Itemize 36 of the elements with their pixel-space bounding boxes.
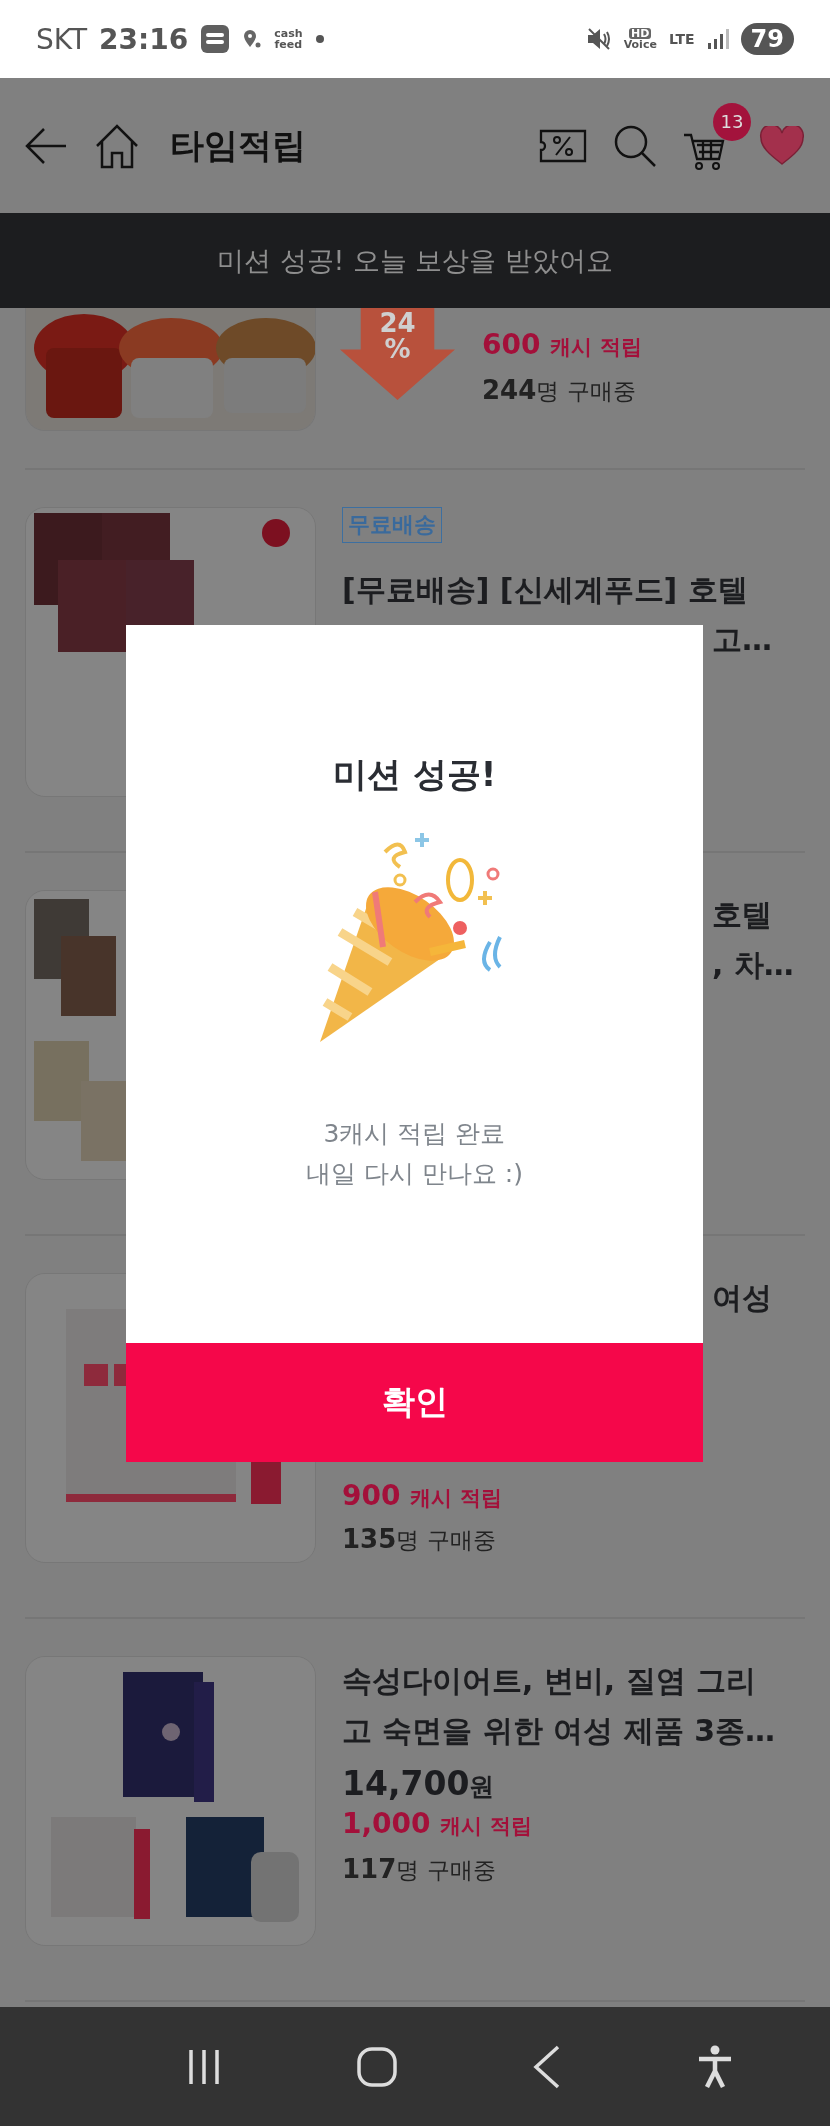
app-icon: [200, 24, 231, 54]
cashback: 600 캐시 적립: [482, 328, 642, 361]
home-icon[interactable]: [94, 122, 140, 169]
cashback: 1,000 캐시 적립: [342, 1807, 532, 1840]
discount-badge: 24 %: [340, 308, 455, 400]
mute-icon: [585, 26, 612, 52]
accessibility-icon[interactable]: [696, 2044, 733, 2089]
cashback: 900 캐시 적립: [342, 1479, 502, 1512]
confirm-button[interactable]: 확인: [126, 1343, 703, 1462]
location-icon: [242, 28, 263, 50]
signal-icon: [706, 28, 729, 50]
product-title[interactable]: [무료배송] [신세계푸드] 호텔: [342, 565, 748, 615]
page-title: 타임적립: [170, 123, 306, 167]
carrier: SKT: [36, 22, 88, 56]
dialog-message: 내일 다시 만나요 :): [306, 1158, 523, 1190]
hd-voice-indicator: HD Voice: [623, 28, 657, 50]
price: 14,700원: [342, 1764, 495, 1803]
buyer-count: 244명 구매중: [482, 375, 636, 407]
buyer-count: 117명 구매중: [342, 1854, 496, 1886]
battery-level: 79: [740, 23, 794, 55]
free-shipping-tag: 무료배송: [342, 507, 442, 543]
product-title[interactable]: 속성다이어트, 변비, 질염 그리: [342, 1656, 757, 1706]
product-title[interactable]: 고 숙면을 위한 여성 제품 3종…: [342, 1706, 776, 1756]
dialog-title: 미션 성공!: [332, 753, 497, 796]
heart-icon[interactable]: [759, 125, 805, 166]
toast-message: 미션 성공! 오늘 보상을 받았어요: [0, 213, 830, 308]
buyer-count: 135명 구매중: [342, 1524, 496, 1556]
dialog-message: 3캐시 적립 완료: [322, 1118, 507, 1150]
network-type: LTE: [668, 33, 695, 45]
app-label: cash feed: [274, 28, 303, 50]
clock: 23:16: [99, 22, 189, 56]
dot-icon: [314, 34, 325, 44]
coupon-icon[interactable]: [539, 127, 587, 164]
search-icon[interactable]: [613, 123, 657, 168]
cart-count-badge: 13: [713, 102, 751, 141]
home-button-icon[interactable]: [355, 2045, 398, 2088]
